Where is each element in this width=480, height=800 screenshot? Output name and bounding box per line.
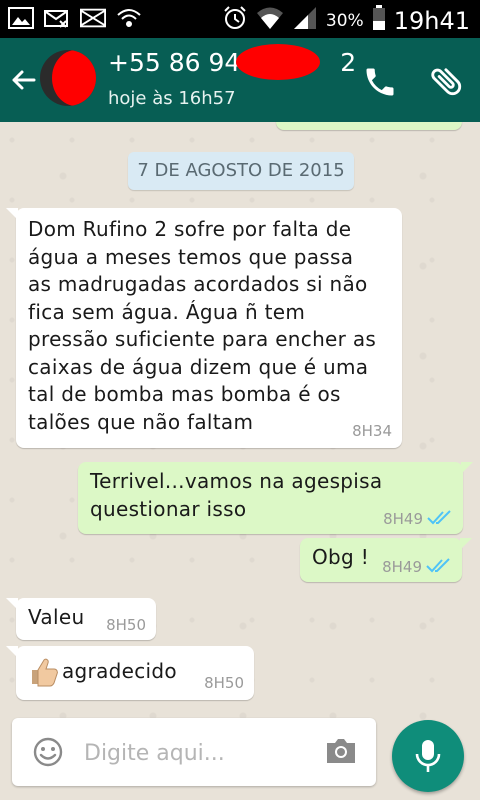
- phone-redaction: [236, 44, 320, 80]
- message-time: 8H50: [204, 674, 244, 692]
- signal-icon: [292, 5, 318, 36]
- message-input[interactable]: [82, 734, 316, 772]
- chat-area[interactable]: 7 DE AGOSTO DE 2015 Dom Rufino 2 sofre p…: [0, 122, 480, 720]
- message-time: 8H49: [383, 510, 423, 528]
- message-incoming[interactable]: Dom Rufino 2 sofre por falta de água a m…: [6, 208, 402, 448]
- message-incoming[interactable]: Valeu 8H50: [6, 598, 156, 640]
- back-arrow-icon[interactable]: [8, 64, 40, 96]
- message-outgoing[interactable]: Terrivel...vamos na agespisa questionar …: [78, 462, 473, 534]
- message-content: agradecido: [28, 656, 177, 688]
- battery-icon: [372, 5, 386, 36]
- wifi-icon: [116, 6, 142, 30]
- mic-icon: [415, 740, 441, 772]
- call-button[interactable]: [362, 64, 398, 100]
- contact-phone: +55 86 949: [108, 48, 257, 77]
- message-outgoing[interactable]: Obg ! 8H49: [300, 538, 472, 582]
- alarm-icon: [222, 5, 248, 36]
- image-icon: [8, 6, 34, 30]
- message-incoming[interactable]: agradecido 8H50: [6, 646, 254, 700]
- emoji-icon[interactable]: [32, 736, 64, 768]
- read-receipt-icon: [427, 510, 451, 525]
- wifi-signal-icon: [256, 5, 284, 36]
- chat-header: +55 86 949 2 hoje às 16h57: [0, 38, 480, 122]
- redaction-mark: [52, 50, 96, 106]
- message-text: Valeu: [28, 605, 85, 629]
- camera-icon[interactable]: [324, 736, 358, 766]
- status-bar-notifications: [8, 6, 142, 30]
- attach-clip-icon[interactable]: [428, 62, 466, 100]
- battery-percent: 30%: [325, 10, 364, 31]
- thumbs-up-icon: [28, 656, 60, 688]
- contact-phone-suffix: 2: [340, 48, 357, 77]
- status-bar-system: 30% 19h41: [222, 5, 470, 36]
- message-text: Terrivel...vamos na agespisa questionar …: [90, 469, 383, 521]
- missed-sms-icon: [44, 6, 70, 30]
- mail-icon: [80, 6, 106, 30]
- read-receipt-icon: [426, 558, 450, 573]
- message-text: Obg !: [312, 545, 370, 569]
- last-seen: hoje às 16h57: [108, 88, 236, 109]
- status-bar: 30% 19h41: [0, 0, 480, 38]
- message-time: 8H49: [382, 558, 422, 576]
- previous-message-bubble: [276, 122, 462, 130]
- mic-button[interactable]: [392, 720, 464, 792]
- clock: 19h41: [393, 6, 470, 35]
- date-separator: 7 DE AGOSTO DE 2015: [128, 152, 354, 190]
- message-time: 8H50: [106, 616, 146, 634]
- message-time: 8H34: [352, 422, 392, 440]
- composer: [12, 718, 376, 786]
- message-text: agradecido: [62, 659, 177, 684]
- message-text: Dom Rufino 2 sofre por falta de água a m…: [28, 217, 377, 434]
- avatar[interactable]: [40, 50, 96, 106]
